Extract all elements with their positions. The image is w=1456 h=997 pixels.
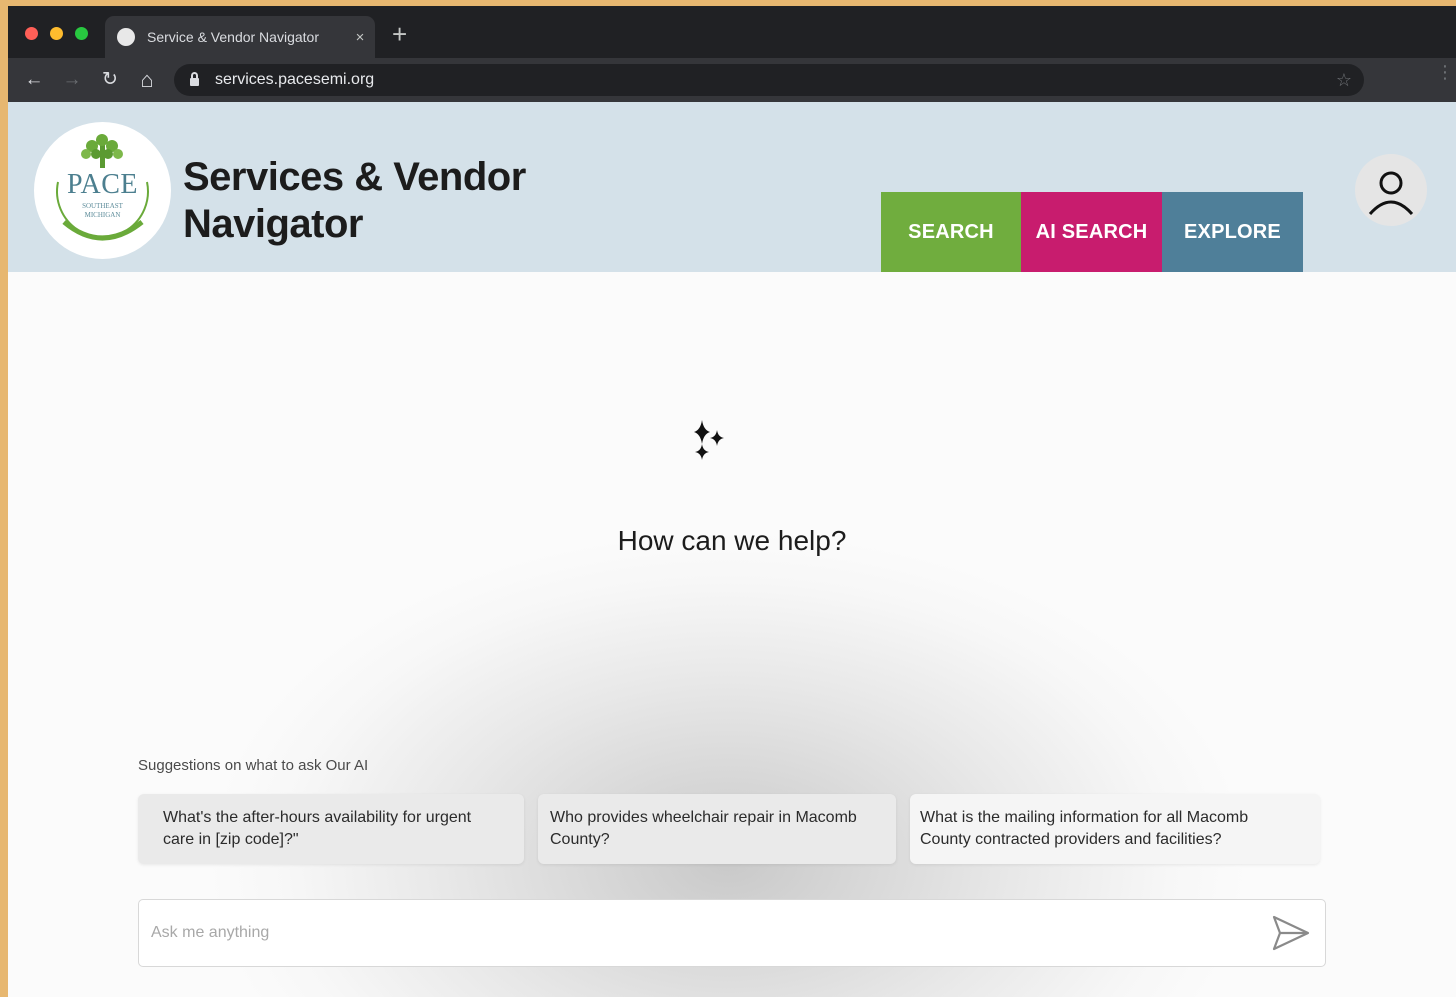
site-title: Services & Vendor Navigator xyxy=(183,154,563,248)
suggestion-text: What's the after-hours availability for … xyxy=(163,809,472,848)
suggestion-card[interactable]: Who provides wheelchair repair in Macomb… xyxy=(538,794,896,864)
page-content: PACE SOUTHEAST MICHIGAN Services & Vendo… xyxy=(8,102,1456,997)
suggestion-text: Who provides wheelchair repair in Macomb… xyxy=(550,809,857,848)
new-tab-icon[interactable]: + xyxy=(392,21,407,47)
main-nav: SEARCH AI SEARCH EXPLORE xyxy=(881,192,1303,272)
logo-subtext: SOUTHEAST xyxy=(82,202,123,210)
send-icon xyxy=(1272,915,1310,951)
logo-text: PACE xyxy=(66,169,138,200)
user-avatar-button[interactable] xyxy=(1355,154,1427,226)
site-title-line: Navigator xyxy=(183,202,364,246)
site-title-line: Services & Vendor xyxy=(183,155,526,199)
back-icon[interactable]: ← xyxy=(20,66,48,94)
tab-strip: Service & Vendor Navigator × + xyxy=(8,6,1456,58)
browser-tab[interactable]: Service & Vendor Navigator × xyxy=(105,16,375,58)
user-icon xyxy=(1368,171,1414,216)
bookmark-star-icon[interactable]: ☆ xyxy=(1324,70,1364,91)
reload-icon[interactable]: ↻ xyxy=(96,66,124,94)
send-button[interactable] xyxy=(1255,900,1325,966)
suggestions-label: Suggestions on what to ask Our AI xyxy=(138,757,369,774)
browser-menu-icon[interactable]: ⋮ xyxy=(1436,63,1454,81)
logo-subtext: MICHIGAN xyxy=(84,211,121,219)
nav-tab-ai-search[interactable]: AI SEARCH xyxy=(1021,192,1162,272)
favicon-icon xyxy=(117,28,135,46)
url-text[interactable]: services.pacesemi.org xyxy=(215,71,1324,89)
home-icon[interactable]: ⌂ xyxy=(133,66,161,94)
browser-toolbar: ← → ↻ ⌂ services.pacesemi.org ☆ ⋮ xyxy=(8,58,1456,102)
suggestion-card[interactable]: What's the after-hours availability for … xyxy=(138,794,524,864)
close-window-button[interactable] xyxy=(25,27,38,40)
browser-window: Service & Vendor Navigator × + ← → ↻ ⌂ s… xyxy=(8,6,1456,997)
suggestion-text: What is the mailing information for all … xyxy=(920,809,1249,848)
site-header: PACE SOUTHEAST MICHIGAN Services & Vendo… xyxy=(8,102,1456,272)
address-bar[interactable]: services.pacesemi.org ☆ xyxy=(174,64,1364,96)
ask-input[interactable] xyxy=(139,900,1255,966)
chat-input-box xyxy=(138,899,1326,967)
sparkle-icon xyxy=(694,420,724,460)
minimize-window-button[interactable] xyxy=(50,27,63,40)
lock-icon xyxy=(190,72,199,86)
pace-logo[interactable]: PACE SOUTHEAST MICHIGAN xyxy=(34,122,171,259)
forward-icon[interactable]: → xyxy=(58,66,86,94)
tab-close-icon[interactable]: × xyxy=(345,29,375,46)
nav-tab-search[interactable]: SEARCH xyxy=(881,192,1021,272)
suggestion-card[interactable]: What is the mailing information for all … xyxy=(910,794,1320,864)
maximize-window-button[interactable] xyxy=(75,27,88,40)
nav-tab-explore[interactable]: EXPLORE xyxy=(1162,192,1303,272)
tab-title: Service & Vendor Navigator xyxy=(147,29,319,45)
help-heading: How can we help? xyxy=(617,525,847,556)
